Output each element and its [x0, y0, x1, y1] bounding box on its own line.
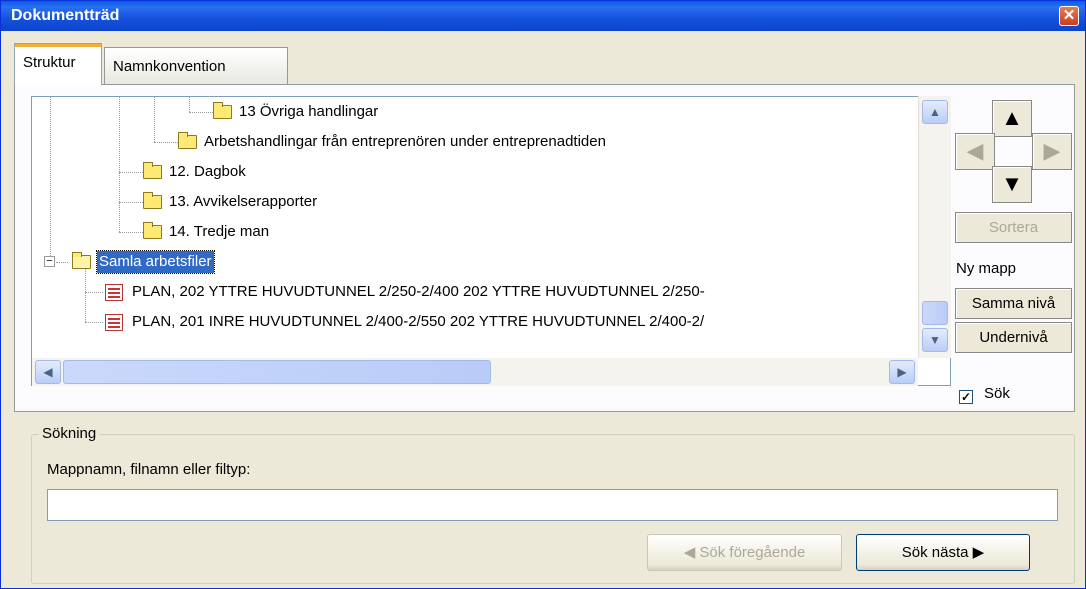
tree-item-label: PLAN, 202 YTTRE HUVUDTUNNEL 2/250-2/400 … [132, 283, 705, 300]
arrow-down-icon: ▼ [1001, 171, 1023, 196]
close-icon[interactable]: ✕ [1059, 6, 1079, 26]
tree-item-label: PLAN, 201 INRE HUVUDTUNNEL 2/400-2/550 2… [132, 313, 705, 330]
folder-icon [143, 192, 162, 209]
tab-namnkonvention[interactable]: Namnkonvention [104, 47, 288, 85]
tree-item[interactable]: 12. Dagbok [32, 157, 912, 187]
tree-item-label: Samla arbetsfiler [96, 250, 215, 274]
tree-item-label: 14. Tredje man [169, 223, 270, 240]
scroll-right-icon[interactable]: ▶ [889, 360, 915, 384]
scroll-thumb[interactable] [922, 301, 948, 325]
tree-item-label: 13 Övriga handlingar [239, 103, 379, 120]
tree-item[interactable]: PLAN, 202 YTTRE HUVUDTUNNEL 2/250-2/400 … [32, 277, 912, 307]
scroll-left-icon[interactable]: ◀ [35, 360, 61, 384]
folder-icon [178, 132, 197, 149]
tree-item[interactable]: 13 Övriga handlingar [32, 97, 912, 127]
search-field-label: Mappnamn, filnamn eller filtyp: [47, 461, 251, 478]
tree-item[interactable]: Arbetshandlingar från entreprenören unde… [32, 127, 912, 157]
same-level-button[interactable]: Samma nivå [955, 288, 1072, 319]
scroll-thumb[interactable] [63, 360, 491, 384]
tree-item[interactable]: PLAN, 201 INRE HUVUDTUNNEL 2/400-2/550 2… [32, 307, 912, 337]
scroll-up-icon[interactable]: ▲ [922, 100, 948, 124]
tab-struktur[interactable]: Struktur [14, 43, 102, 85]
window-title: Dokumentträd [11, 7, 120, 24]
arrow-right-icon: ▶ [968, 544, 985, 561]
horizontal-scrollbar[interactable]: ◀ ▶ [32, 358, 918, 386]
title-bar[interactable]: Dokumentträd ✕ [1, 1, 1085, 31]
arrow-left-icon: ◀ [683, 544, 700, 561]
move-right-button[interactable]: ▶ [1032, 133, 1072, 170]
tree-item-label: 12. Dagbok [169, 163, 246, 180]
folder-icon [143, 222, 162, 239]
tree-item[interactable]: 14. Tredje man [32, 217, 912, 247]
search-previous-button[interactable]: ◀ Sök föregående [647, 534, 842, 571]
arrow-left-icon: ◀ [966, 138, 984, 163]
arrow-up-icon: ▲ [1001, 105, 1023, 130]
document-tree-window: Dokumentträd ✕ Struktur Namnkonvention −… [0, 0, 1086, 589]
tree-item[interactable]: 13. Avvikelserapporter [32, 187, 912, 217]
document-file-icon [105, 314, 123, 331]
document-tree[interactable]: − 13 Övriga handlingar Arbetshandlingar … [31, 96, 951, 386]
open-folder-icon [72, 252, 91, 269]
arrow-right-icon: ▶ [1043, 138, 1061, 163]
document-file-icon [105, 284, 123, 301]
sort-button[interactable]: Sortera [955, 212, 1072, 243]
search-checkbox-label: Sök [984, 385, 1010, 402]
move-down-button[interactable]: ▼ [992, 166, 1032, 203]
tree-item-label: 13. Avvikelserapporter [169, 193, 318, 210]
search-group-title: Sökning [39, 425, 100, 442]
search-next-label: Sök nästa [901, 544, 969, 561]
folder-icon [143, 162, 162, 179]
scroll-down-icon[interactable]: ▼ [922, 328, 948, 352]
sub-level-button[interactable]: Undernivå [955, 322, 1072, 353]
vertical-scrollbar[interactable]: ▲ ▼ [918, 96, 951, 358]
tree-item-selected[interactable]: Samla arbetsfiler [32, 247, 912, 277]
new-folder-label: Ny mapp [956, 260, 1017, 277]
search-previous-label: Sök föregående [699, 544, 806, 561]
move-left-button[interactable]: ◀ [955, 133, 995, 170]
search-next-button[interactable]: Sök nästa ▶ [856, 534, 1030, 571]
move-up-button[interactable]: ▲ [992, 100, 1032, 137]
search-input[interactable] [47, 489, 1058, 521]
tree-item-label: Arbetshandlingar från entreprenören unde… [204, 133, 606, 150]
search-checkbox[interactable]: ✓ [959, 390, 973, 404]
folder-icon [213, 102, 232, 119]
